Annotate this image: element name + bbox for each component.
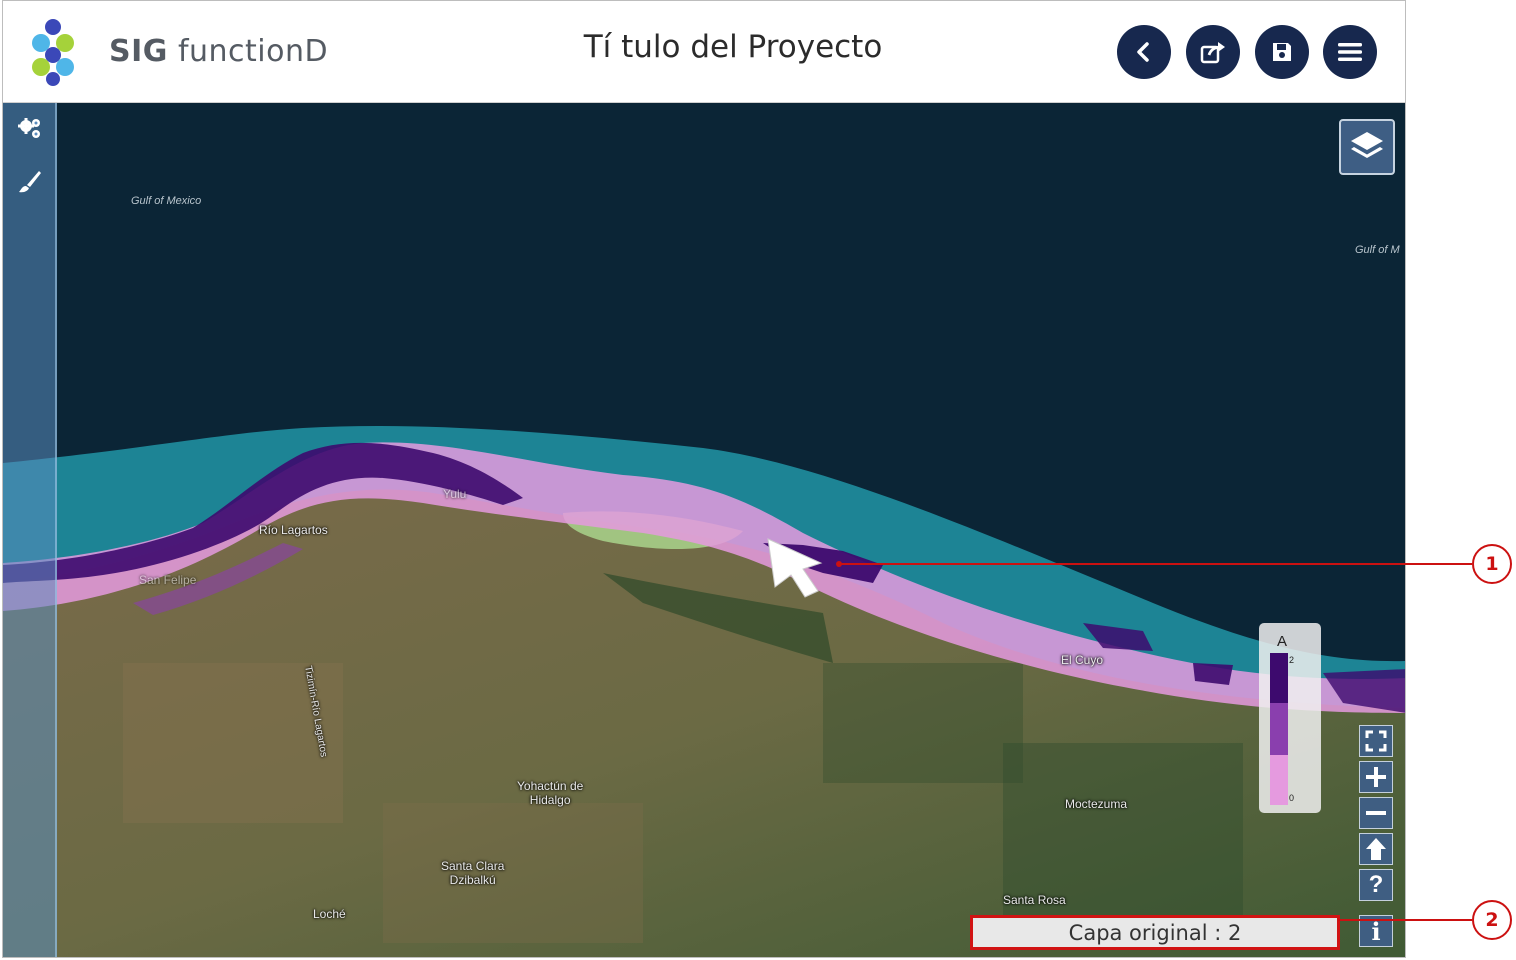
gears-icon[interactable] xyxy=(17,115,43,141)
legend-max-value: 2 xyxy=(1289,655,1295,665)
tool-sidebar xyxy=(3,103,57,957)
map-label-santa-rosa: Santa Rosa xyxy=(1003,893,1066,907)
save-button[interactable] xyxy=(1255,25,1309,79)
legend-min-value: 0 xyxy=(1289,793,1295,803)
paintbrush-icon[interactable] xyxy=(17,169,43,195)
map-label-yulu: Yulu xyxy=(443,487,467,501)
callout-marker-2: 2 xyxy=(1472,900,1512,940)
app-window: SIG functionD Tí tulo del Proyecto Gulf … xyxy=(2,0,1406,958)
callout-marker-1: 1 xyxy=(1472,544,1512,584)
project-title: Tí tulo del Proyecto xyxy=(583,29,883,65)
brand-name: SIG functionD xyxy=(109,34,329,69)
sigfunctiond-logo xyxy=(32,19,74,86)
callout-lines xyxy=(1336,563,1472,921)
map-label-gulf-of-mexico: Gulf of Mexico xyxy=(131,195,202,207)
save-icon xyxy=(1273,43,1291,61)
map-label-yohactun: Yohactún de Hidalgo xyxy=(517,779,584,807)
layer-value-readout: Capa original : 2 xyxy=(970,915,1340,950)
satellite-basemap xyxy=(3,103,1405,957)
map-label-loche: Loché xyxy=(313,907,346,921)
share-button[interactable] xyxy=(1186,25,1240,79)
map-legend: A 2 0 xyxy=(1259,623,1321,813)
chevron-left-icon xyxy=(1137,42,1149,62)
map-label-el-cuyo: El Cuyo xyxy=(1061,653,1104,667)
back-button[interactable] xyxy=(1117,25,1171,79)
map-label-santa-clara: Santa Clara Dzibalkú xyxy=(441,859,505,887)
map-label-moctezuma: Moctezuma xyxy=(1065,797,1128,811)
map-label-rio-lagartos: Río Lagartos xyxy=(259,523,328,537)
map-view[interactable]: Gulf of Mexico Gulf of M Yulu Río Lagart… xyxy=(3,103,1405,957)
legend-title: A xyxy=(1277,633,1288,650)
legend-color-ramp xyxy=(1270,653,1288,805)
app-header: SIG functionD Tí tulo del Proyecto xyxy=(3,1,1405,103)
map-label-san-felipe: San Felipe xyxy=(139,573,197,587)
share-icon xyxy=(1200,42,1225,64)
